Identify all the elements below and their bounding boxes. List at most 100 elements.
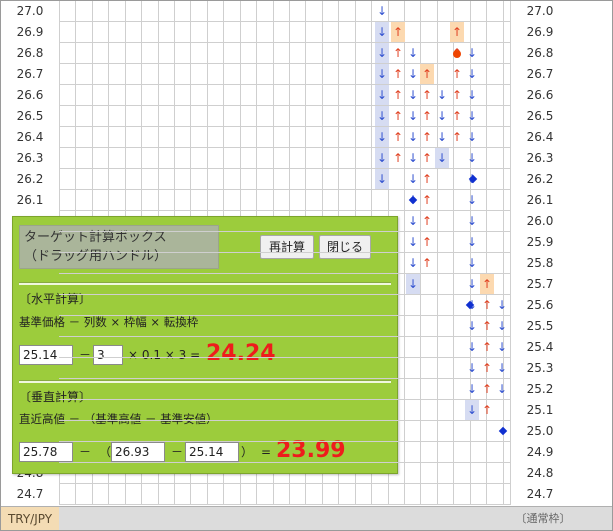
separator (19, 380, 391, 383)
up-arrow-icon: ↑ (392, 109, 404, 123)
price-label: 24.7 (16, 487, 44, 501)
up-arrow-icon: ↑ (451, 88, 463, 102)
equals-sign: = (261, 445, 272, 459)
down-arrow-icon: ↓ (466, 256, 478, 270)
down-arrow-icon: ↓ (436, 109, 448, 123)
price-label: 25.8 (526, 256, 554, 270)
price-label: 26.4 (16, 130, 44, 144)
down-arrow-icon: ↓ (466, 109, 478, 123)
up-arrow-icon: ↑ (481, 403, 493, 417)
grid-row-line (59, 21, 511, 22)
up-arrow-icon: ↑ (392, 67, 404, 81)
grid-col-line (486, 1, 487, 505)
up-arrow-icon: ↑ (392, 130, 404, 144)
recalculate-button[interactable]: 再計算 (260, 235, 314, 259)
minus-sign: － (171, 445, 184, 459)
price-label: 26.8 (526, 46, 554, 60)
down-arrow-icon: ↓ (375, 85, 389, 105)
target-calc-box: ターゲット計算ボックス （ドラッグ用ハンドル） 再計算 閉じる 〔水平計算〕 基… (12, 216, 398, 474)
down-arrow-icon: ↓ (466, 361, 478, 375)
grid-row-line (59, 441, 511, 442)
price-label: 26.6 (526, 88, 554, 102)
up-arrow-icon: ↑ (421, 88, 433, 102)
down-arrow-icon: ↓ (407, 67, 419, 81)
down-arrow-icon: ↓ (466, 151, 478, 165)
price-label: 26.5 (526, 109, 554, 123)
down-arrow-icon: ↓ (407, 151, 419, 165)
minus-sign: － (79, 348, 92, 362)
price-label: 26.6 (16, 88, 44, 102)
down-arrow-icon: ↓ (496, 361, 508, 375)
up-arrow-icon: ↑ (481, 319, 493, 333)
down-arrow-icon: ↓ (407, 109, 419, 123)
vertical-formula: 直近高値 － （基準高値 － 基準安値） (19, 412, 218, 426)
grid-row-line (59, 315, 511, 316)
grid-row-line (59, 189, 511, 190)
recent-high-input[interactable] (19, 442, 73, 462)
down-arrow-icon: ↓ (466, 130, 478, 144)
base-low-input[interactable] (185, 442, 239, 462)
base-high-input[interactable] (111, 442, 165, 462)
up-arrow-icon: ↑ (451, 67, 463, 81)
price-label: 26.9 (526, 25, 554, 39)
up-arrow-icon: ↑ (481, 361, 493, 375)
up-arrow-icon: ↑ (392, 88, 404, 102)
down-arrow-icon: ↓ (375, 22, 389, 42)
up-arrow-icon: ↑ (392, 151, 404, 165)
down-arrow-icon: ↓ (466, 319, 478, 333)
grid-row-line (59, 399, 511, 400)
price-label: 25.7 (526, 277, 554, 291)
grid-row-line (59, 168, 511, 169)
grid-row-line (59, 378, 511, 379)
price-label: 26.1 (526, 193, 554, 207)
down-arrow-icon: ↓ (375, 106, 389, 126)
price-label: 27.0 (526, 4, 554, 18)
price-label: 26.0 (526, 214, 554, 228)
vertical-calc-title: 〔垂直計算〕 (19, 390, 92, 404)
grid-row-line (59, 63, 511, 64)
chart-footer: TRY/JPY 〔通常枠〕 (1, 506, 612, 530)
grid-row-line (59, 294, 511, 295)
grid-col-line (437, 1, 438, 505)
up-arrow-icon: ↑ (481, 382, 493, 396)
horizontal-formula: 基準価格 － 列数 × 枠幅 × 転換枠 (19, 315, 199, 329)
vertical-result: 23.99 (276, 438, 346, 463)
currency-pair-label[interactable]: TRY/JPY (1, 507, 59, 530)
close-button[interactable]: 閉じる (319, 235, 371, 259)
grid-row-line (59, 273, 511, 274)
price-label: 26.3 (526, 151, 554, 165)
horizontal-result: 24.24 (206, 341, 276, 366)
price-label: 26.7 (526, 67, 554, 81)
down-arrow-icon: ↓ (496, 340, 508, 354)
price-label: 26.4 (526, 130, 554, 144)
up-arrow-icon: ↑ (421, 256, 433, 270)
down-arrow-icon: ↓ (375, 127, 389, 147)
horizontal-calc-title: 〔水平計算〕 (19, 292, 92, 306)
price-label: 25.1 (526, 403, 554, 417)
down-arrow-icon: ↓ (375, 169, 389, 189)
down-arrow-icon: ↓ (407, 130, 419, 144)
up-arrow-icon: ↑ (421, 151, 433, 165)
down-arrow-icon: ↓ (465, 400, 479, 420)
point-figure-chart: 27.0 26.9 26.8 26.7 26.6 26.5 26.4 26.3 26.2 26.1… (0, 0, 613, 531)
minus-sign: － (79, 445, 92, 459)
grid-row-line (59, 105, 511, 106)
up-arrow-icon: ↑ (392, 46, 404, 60)
grid-row-line (59, 252, 511, 253)
price-label: 25.6 (526, 298, 554, 312)
frame-mode-label: 〔通常枠〕 (515, 512, 571, 525)
up-arrow-icon: ↑ (450, 22, 464, 42)
price-label: 26.5 (16, 109, 44, 123)
down-arrow-icon: ↓ (496, 298, 508, 312)
down-arrow-icon: ↓ (466, 67, 478, 81)
price-label: 25.0 (526, 424, 554, 438)
down-arrow-icon: ↓ (466, 382, 478, 396)
columns-input[interactable] (93, 345, 123, 365)
down-arrow-icon: ↓ (376, 4, 388, 18)
down-arrow-icon: ↓ (466, 235, 478, 249)
down-arrow-icon: ↓ (407, 214, 419, 228)
up-arrow-icon: ↑ (421, 214, 433, 228)
up-arrow-icon: ↑ (480, 274, 494, 294)
separator (19, 282, 391, 285)
base-price-input[interactable] (19, 345, 73, 365)
